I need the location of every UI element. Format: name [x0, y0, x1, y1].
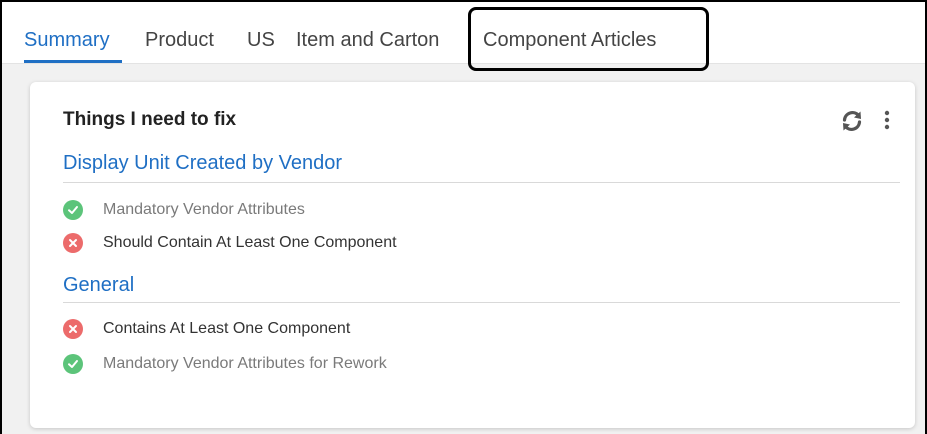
tab-bar: Summary Product US Item and Carton Compo… [2, 2, 925, 71]
rule-row: Mandatory Vendor Attributes [63, 199, 305, 221]
rule-label: Contains At Least One Component [103, 320, 351, 337]
rule-label: Mandatory Vendor Attributes [103, 201, 305, 218]
error-circle-icon [63, 319, 83, 339]
rule-row: Contains At Least One Component [63, 318, 350, 340]
section-title-display-unit[interactable]: Display Unit Created by Vendor [63, 152, 342, 175]
section-divider [63, 182, 900, 183]
rule-row: Mandatory Vendor Attributes for Rework [63, 353, 387, 375]
check-circle-icon [63, 200, 83, 220]
refresh-icon[interactable] [840, 109, 864, 133]
app-frame: Summary Product US Item and Carton Compo… [0, 0, 927, 434]
check-circle-icon [63, 354, 83, 374]
tab-us[interactable]: US [247, 29, 275, 52]
active-tab-indicator [24, 60, 122, 63]
more-vertical-icon[interactable] [882, 109, 892, 131]
tab-product[interactable]: Product [145, 29, 214, 52]
rule-row: Should Contain At Least One Component [63, 232, 397, 254]
card-title: Things I need to fix [63, 109, 237, 130]
things-to-fix-card: Things I need to fix Display Unit Create… [30, 82, 915, 428]
tab-summary[interactable]: Summary [24, 29, 110, 52]
tab-item-and-carton[interactable]: Item and Carton [296, 29, 439, 52]
highlight-annotation-box [468, 7, 709, 71]
rule-label: Should Contain At Least One Component [103, 234, 397, 251]
section-divider [63, 302, 900, 303]
section-title-general[interactable]: General [63, 274, 134, 297]
rule-label: Mandatory Vendor Attributes for Rework [103, 355, 387, 372]
error-circle-icon [63, 233, 83, 253]
